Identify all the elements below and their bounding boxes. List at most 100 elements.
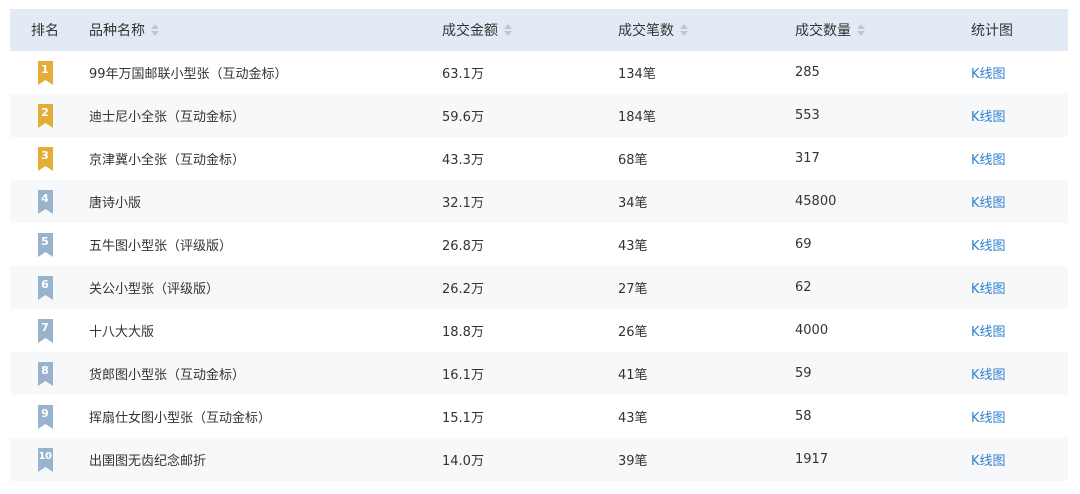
rank-ribbon-icon: 3 [37, 146, 53, 171]
rank-number: 4 [41, 191, 49, 205]
item-name: 99年万国邮联小型张（互动金标） [89, 67, 288, 82]
header-chart-label: 统计图 [971, 23, 1013, 39]
trade-count: 43笔 [618, 239, 648, 254]
rank-cell: 8 [10, 352, 80, 395]
trade-count: 43笔 [618, 411, 648, 426]
rank-ribbon-icon: 8 [37, 361, 53, 386]
k-line-chart-link[interactable]: K线图 [971, 364, 1006, 383]
rank-number: 8 [41, 363, 49, 377]
trade-amount: 18.8万 [442, 325, 484, 340]
sort-icon[interactable] [680, 24, 688, 36]
rank-ribbon-icon: 10 [37, 447, 53, 472]
chart-cell: K线图 [971, 266, 1006, 309]
trade-amount: 32.1万 [442, 196, 484, 211]
k-line-chart-link[interactable]: K线图 [971, 278, 1006, 297]
chart-cell: K线图 [971, 223, 1006, 266]
chart-cell: K线图 [971, 309, 1006, 352]
item-name: 十八大大版 [89, 325, 155, 340]
trade-amount: 14.0万 [442, 454, 484, 469]
trade-count: 27笔 [618, 282, 648, 297]
trade-count: 26笔 [618, 325, 648, 340]
chart-cell: K线图 [971, 180, 1006, 223]
header-amount-label: 成交金额 [442, 23, 498, 39]
trade-quantity: 69 [795, 237, 812, 252]
rank-ribbon-icon: 5 [37, 232, 53, 257]
table-row: 1 99年万国邮联小型张（互动金标） 63.1万 134笔 285 K线图 [10, 51, 1068, 94]
trade-quantity: 59 [795, 366, 812, 381]
header-qty[interactable]: 成交数量 [795, 9, 865, 51]
k-line-chart-link[interactable]: K线图 [971, 407, 1006, 426]
rank-cell: 5 [10, 223, 80, 266]
sort-icon[interactable] [857, 24, 865, 36]
trade-count: 39笔 [618, 454, 648, 469]
table-row: 4 唐诗小版 32.1万 34笔 45800 K线图 [10, 180, 1068, 223]
rank-number: 10 [38, 450, 52, 462]
item-name: 关公小型张（评级版） [89, 282, 220, 297]
trade-quantity: 45800 [795, 194, 837, 209]
table-row: 10 出圉图无齿纪念邮折 14.0万 39笔 1917 K线图 [10, 438, 1068, 481]
k-line-chart-link[interactable]: K线图 [971, 321, 1006, 340]
rank-cell: 1 [10, 51, 80, 94]
chart-cell: K线图 [971, 352, 1006, 395]
header-count[interactable]: 成交笔数 [618, 9, 688, 51]
trade-quantity: 553 [795, 108, 820, 123]
table-row: 7 十八大大版 18.8万 26笔 4000 K线图 [10, 309, 1068, 352]
rank-ribbon-icon: 7 [37, 318, 53, 343]
header-qty-label: 成交数量 [795, 23, 851, 39]
trade-amount: 16.1万 [442, 368, 484, 383]
ranking-table: 排名 品种名称 成交金额 成交笔数 成交数量 统计图 1 99年万国邮联小型张（互… [10, 9, 1068, 481]
table-header: 排名 品种名称 成交金额 成交笔数 成交数量 统计图 [10, 9, 1068, 51]
table-row: 6 关公小型张（评级版） 26.2万 27笔 62 K线图 [10, 266, 1068, 309]
rank-ribbon-icon: 1 [37, 60, 53, 85]
chart-cell: K线图 [971, 395, 1006, 438]
header-name[interactable]: 品种名称 [89, 9, 159, 51]
rank-ribbon-icon: 4 [37, 189, 53, 214]
sort-icon[interactable] [151, 24, 159, 36]
trade-amount: 26.8万 [442, 239, 484, 254]
item-name: 京津冀小全张（互动金标） [89, 153, 246, 168]
table-row: 3 京津冀小全张（互动金标） 43.3万 68笔 317 K线图 [10, 137, 1068, 180]
rank-cell: 3 [10, 137, 80, 180]
k-line-chart-link[interactable]: K线图 [971, 192, 1006, 211]
rank-number: 2 [41, 105, 49, 119]
rank-cell: 7 [10, 309, 80, 352]
k-line-chart-link[interactable]: K线图 [971, 235, 1006, 254]
rank-number: 6 [41, 277, 49, 291]
trade-quantity: 1917 [795, 452, 829, 467]
header-rank-label: 排名 [31, 23, 59, 39]
item-name: 唐诗小版 [89, 196, 142, 211]
header-name-label: 品种名称 [89, 23, 145, 39]
table-body: 1 99年万国邮联小型张（互动金标） 63.1万 134笔 285 K线图 2 迪士尼小全张（… [10, 51, 1068, 481]
rank-ribbon-icon: 2 [37, 103, 53, 128]
trade-count: 68笔 [618, 153, 648, 168]
rank-number: 9 [41, 406, 49, 420]
trade-quantity: 285 [795, 65, 820, 80]
rank-cell: 2 [10, 94, 80, 137]
k-line-chart-link[interactable]: K线图 [971, 450, 1006, 469]
item-name: 迪士尼小全张（互动金标） [89, 110, 246, 125]
rank-ribbon-icon: 9 [37, 404, 53, 429]
chart-cell: K线图 [971, 137, 1006, 180]
header-amount[interactable]: 成交金额 [442, 9, 512, 51]
table-row: 2 迪士尼小全张（互动金标） 59.6万 184笔 553 K线图 [10, 94, 1068, 137]
rank-cell: 9 [10, 395, 80, 438]
k-line-chart-link[interactable]: K线图 [971, 149, 1006, 168]
chart-cell: K线图 [971, 51, 1006, 94]
trade-amount: 43.3万 [442, 153, 484, 168]
rank-number: 7 [41, 320, 49, 334]
rank-cell: 10 [10, 438, 80, 481]
table-row: 9 挥扇仕女图小型张（互动金标） 15.1万 43笔 58 K线图 [10, 395, 1068, 438]
trade-quantity: 4000 [795, 323, 829, 338]
rank-number: 5 [41, 234, 49, 248]
trade-amount: 15.1万 [442, 411, 484, 426]
trade-quantity: 317 [795, 151, 820, 166]
k-line-chart-link[interactable]: K线图 [971, 106, 1006, 125]
k-line-chart-link[interactable]: K线图 [971, 63, 1006, 82]
trade-count: 134笔 [618, 67, 656, 82]
chart-cell: K线图 [971, 94, 1006, 137]
trade-quantity: 62 [795, 280, 812, 295]
sort-icon[interactable] [504, 24, 512, 36]
rank-ribbon-icon: 6 [37, 275, 53, 300]
rank-number: 1 [41, 62, 49, 76]
trade-amount: 59.6万 [442, 110, 484, 125]
